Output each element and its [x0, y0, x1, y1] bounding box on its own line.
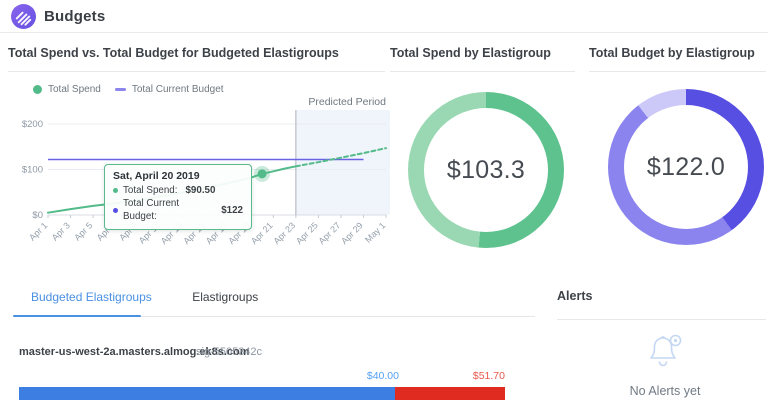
- tooltip-date: Sat, April 20 2019: [113, 170, 243, 182]
- tab-budgeted-elastigroups[interactable]: Budgeted Elastigroups: [13, 290, 170, 304]
- divider: [589, 71, 766, 72]
- app-header: Budgets: [0, 0, 768, 33]
- tooltip-spend-value: $90.50: [185, 184, 215, 197]
- no-alerts-bell-icon: [642, 331, 688, 378]
- legend-total-current-budget: Total Current Budget: [115, 84, 224, 95]
- svg-text:Apr 29: Apr 29: [339, 220, 365, 246]
- divider: [390, 71, 575, 72]
- legend-label: Total Spend: [48, 84, 101, 95]
- tooltip-spend-label: Total Spend:: [123, 184, 177, 197]
- purple-bullet-icon: [113, 208, 118, 213]
- tooltip-budget-row: Total Current Budget: $122: [113, 197, 243, 223]
- svg-text:Apr 3: Apr 3: [50, 220, 72, 242]
- ytick-200: $200: [22, 119, 43, 130]
- budget-bar-segment: [19, 387, 395, 400]
- svg-text:Apr 5: Apr 5: [72, 220, 94, 242]
- green-bullet-icon: [113, 188, 118, 193]
- budgets-page: Budgets Total Spend vs. Total Budget for…: [0, 0, 768, 414]
- svg-text:Apr 27: Apr 27: [317, 220, 343, 246]
- total-budget-value: $122.0: [647, 153, 725, 182]
- no-alerts-text: No Alerts yet: [560, 384, 768, 398]
- budget-donut-title: Total Budget by Elastigroup: [589, 46, 755, 60]
- divider: [557, 319, 766, 320]
- svg-text:Apr 23: Apr 23: [271, 220, 297, 246]
- tooltip-budget-value: $122: [221, 204, 243, 217]
- chart-tooltip: Sat, April 20 2019 Total Spend: $90.50 T…: [104, 164, 252, 230]
- tooltip-budget-label: Total Current Budget:: [123, 197, 213, 223]
- chart-legend: Total Spend Total Current Budget: [33, 84, 224, 95]
- tooltip-spend-row: Total Spend: $90.50: [113, 184, 243, 197]
- spend-donut-title: Total Spend by Elastigroup: [390, 46, 551, 60]
- donut-hole: $103.3: [424, 108, 548, 232]
- tab-elastigroups[interactable]: Elastigroups: [174, 290, 276, 304]
- hover-point[interactable]: [258, 169, 267, 178]
- ytick-100: $100: [22, 165, 43, 176]
- budget-amount-label: $40.00: [367, 370, 399, 382]
- purple-dash-icon: [115, 88, 126, 91]
- donut-hole: $122.0: [624, 105, 748, 229]
- svg-text:Apr 25: Apr 25: [294, 220, 320, 246]
- budget-vs-spend-bar: [19, 387, 505, 400]
- svg-text:Apr 1: Apr 1: [27, 220, 49, 242]
- green-dot-icon: [33, 85, 42, 94]
- ytick-0: $0: [32, 210, 43, 221]
- svg-text:Apr 21: Apr 21: [249, 220, 275, 246]
- legend-label: Total Current Budget: [132, 84, 224, 95]
- predicted-region: [296, 110, 390, 215]
- total-spend-donut-chart[interactable]: $103.3: [408, 92, 564, 248]
- legend-total-spend: Total Spend: [33, 84, 101, 95]
- elastigroups-tabs: Budgeted Elastigroups Elastigroups: [13, 288, 276, 306]
- elastigroup-sig-id: sig-5505342c: [196, 346, 262, 358]
- line-chart-title: Total Spend vs. Total Budget for Budgete…: [8, 46, 339, 60]
- divider: [8, 71, 385, 72]
- spend-amount-label: $51.70: [473, 370, 505, 382]
- total-budget-donut-chart[interactable]: $122.0: [608, 89, 764, 245]
- active-tab-indicator: [13, 315, 141, 318]
- alerts-title: Alerts: [557, 289, 592, 303]
- total-spend-value: $103.3: [447, 156, 525, 185]
- overspend-bar-segment: [395, 387, 505, 400]
- page-title: Budgets: [44, 8, 105, 25]
- svg-text:May 1: May 1: [363, 220, 387, 244]
- spotinst-logo-icon: [11, 4, 36, 29]
